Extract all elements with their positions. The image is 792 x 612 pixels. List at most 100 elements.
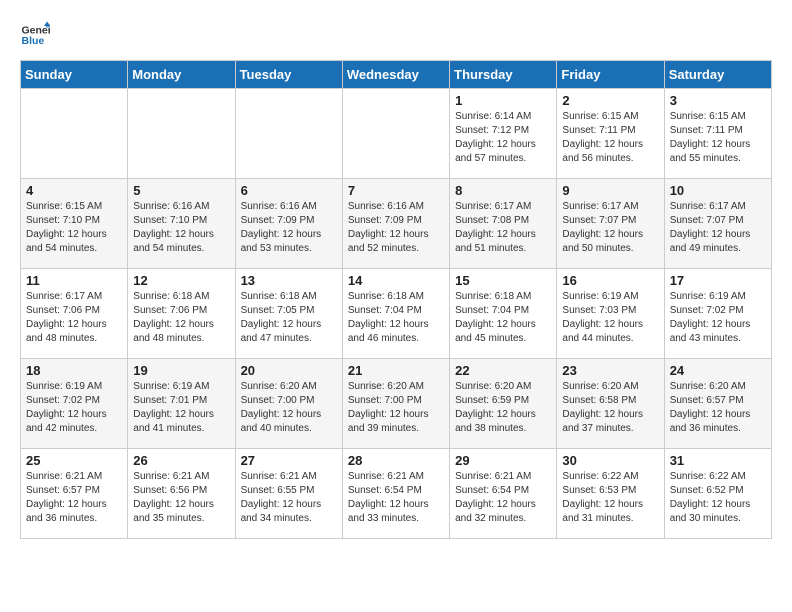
day-info: Sunrise: 6:15 AM Sunset: 7:11 PM Dayligh… (562, 110, 658, 166)
day-info: Sunrise: 6:18 AM Sunset: 7:04 PM Dayligh… (348, 290, 444, 346)
calendar-cell: 7Sunrise: 6:16 AM Sunset: 7:09 PM Daylig… (342, 179, 449, 269)
calendar-cell: 4 Sunrise: 6:15 AM Sunset: 7:10 PM Daylig… (21, 179, 128, 269)
calendar-cell: 28Sunrise: 6:21 AM Sunset: 6:54 PM Dayli… (342, 449, 449, 539)
calendar-cell: 27 Sunrise: 6:21 AM Sunset: 6:55 PM Dayli… (235, 449, 342, 539)
day-number: 31 (670, 453, 766, 468)
calendar-cell: 19 Sunrise: 6:19 AM Sunset: 7:01 PM Dayli… (128, 359, 235, 449)
column-header-sunday: Sunday (21, 61, 128, 89)
day-info: Sunrise: 6:19 AM Sunset: 7:03 PM Dayligh… (562, 290, 658, 346)
day-number: 15 (455, 273, 551, 288)
day-info: Sunrise: 6:18 AM Sunset: 7:04 PM Dayligh… (455, 290, 551, 346)
calendar-cell: 17 Sunrise: 6:19 AM Sunset: 7:02 PM Dayli… (664, 269, 771, 359)
day-number: 1 (455, 93, 551, 108)
calendar-cell: 26 Sunrise: 6:21 AM Sunset: 6:56 PM Dayli… (128, 449, 235, 539)
day-info: Sunrise: 6:17 AM Sunset: 7:08 PM Dayligh… (455, 200, 551, 256)
day-info: Sunrise: 6:17 AM Sunset: 7:06 PM Dayligh… (26, 290, 122, 346)
calendar-cell: 16 Sunrise: 6:19 AM Sunset: 7:03 PM Dayli… (557, 269, 664, 359)
day-number: 4 (26, 183, 122, 198)
day-number: 3 (670, 93, 766, 108)
logo: General Blue (20, 20, 50, 50)
calendar-cell: 18 Sunrise: 6:19 AM Sunset: 7:02 PM Dayli… (21, 359, 128, 449)
day-number: 12 (133, 273, 229, 288)
calendar-cell (235, 89, 342, 179)
calendar-cell: 30 Sunrise: 6:22 AM Sunset: 6:53 PM Dayli… (557, 449, 664, 539)
day-info: Sunrise: 6:21 AM Sunset: 6:55 PM Dayligh… (241, 470, 337, 526)
day-info: Sunrise: 6:17 AM Sunset: 7:07 PM Dayligh… (562, 200, 658, 256)
calendar-cell (342, 89, 449, 179)
calendar-cell: 13Sunrise: 6:18 AM Sunset: 7:05 PM Dayli… (235, 269, 342, 359)
calendar-cell: 21 Sunrise: 6:20 AM Sunset: 7:00 PM Dayli… (342, 359, 449, 449)
day-number: 16 (562, 273, 658, 288)
calendar-week-row: 25Sunrise: 6:21 AM Sunset: 6:57 PM Dayli… (21, 449, 772, 539)
day-info: Sunrise: 6:20 AM Sunset: 6:58 PM Dayligh… (562, 380, 658, 436)
calendar-cell: 2 Sunrise: 6:15 AM Sunset: 7:11 PM Daylig… (557, 89, 664, 179)
calendar-cell: 31 Sunrise: 6:22 AM Sunset: 6:52 PM Dayli… (664, 449, 771, 539)
day-info: Sunrise: 6:18 AM Sunset: 7:06 PM Dayligh… (133, 290, 229, 346)
day-number: 13 (241, 273, 337, 288)
day-number: 30 (562, 453, 658, 468)
calendar-table: SundayMondayTuesdayWednesdayThursdayFrid… (20, 60, 772, 539)
day-number: 18 (26, 363, 122, 378)
calendar-cell: 6 Sunrise: 6:16 AM Sunset: 7:09 PM Daylig… (235, 179, 342, 269)
day-info: Sunrise: 6:22 AM Sunset: 6:53 PM Dayligh… (562, 470, 658, 526)
calendar-cell: 9 Sunrise: 6:17 AM Sunset: 7:07 PM Daylig… (557, 179, 664, 269)
day-number: 28 (348, 453, 444, 468)
day-number: 2 (562, 93, 658, 108)
day-info: Sunrise: 6:16 AM Sunset: 7:09 PM Dayligh… (348, 200, 444, 256)
day-number: 22 (455, 363, 551, 378)
day-number: 23 (562, 363, 658, 378)
calendar-cell: 1 Sunrise: 6:14 AM Sunset: 7:12 PM Daylig… (450, 89, 557, 179)
calendar-header-row: SundayMondayTuesdayWednesdayThursdayFrid… (21, 61, 772, 89)
day-info: Sunrise: 6:16 AM Sunset: 7:10 PM Dayligh… (133, 200, 229, 256)
day-number: 9 (562, 183, 658, 198)
calendar-cell: 29 Sunrise: 6:21 AM Sunset: 6:54 PM Dayli… (450, 449, 557, 539)
day-info: Sunrise: 6:16 AM Sunset: 7:09 PM Dayligh… (241, 200, 337, 256)
column-header-tuesday: Tuesday (235, 61, 342, 89)
day-number: 27 (241, 453, 337, 468)
day-number: 6 (241, 183, 337, 198)
calendar-week-row: 1 Sunrise: 6:14 AM Sunset: 7:12 PM Daylig… (21, 89, 772, 179)
day-number: 24 (670, 363, 766, 378)
day-number: 14 (348, 273, 444, 288)
day-number: 19 (133, 363, 229, 378)
calendar-cell: 8 Sunrise: 6:17 AM Sunset: 7:08 PM Daylig… (450, 179, 557, 269)
calendar-cell: 11 Sunrise: 6:17 AM Sunset: 7:06 PM Dayli… (21, 269, 128, 359)
calendar-cell: 24 Sunrise: 6:20 AM Sunset: 6:57 PM Dayli… (664, 359, 771, 449)
calendar-cell (128, 89, 235, 179)
column-header-friday: Friday (557, 61, 664, 89)
day-info: Sunrise: 6:21 AM Sunset: 6:56 PM Dayligh… (133, 470, 229, 526)
calendar-week-row: 18 Sunrise: 6:19 AM Sunset: 7:02 PM Dayli… (21, 359, 772, 449)
day-number: 11 (26, 273, 122, 288)
day-info: Sunrise: 6:20 AM Sunset: 7:00 PM Dayligh… (348, 380, 444, 436)
day-info: Sunrise: 6:19 AM Sunset: 7:02 PM Dayligh… (670, 290, 766, 346)
day-info: Sunrise: 6:20 AM Sunset: 6:59 PM Dayligh… (455, 380, 551, 436)
day-number: 17 (670, 273, 766, 288)
day-info: Sunrise: 6:21 AM Sunset: 6:54 PM Dayligh… (455, 470, 551, 526)
calendar-cell: 3 Sunrise: 6:15 AM Sunset: 7:11 PM Daylig… (664, 89, 771, 179)
calendar-cell: 25Sunrise: 6:21 AM Sunset: 6:57 PM Dayli… (21, 449, 128, 539)
day-info: Sunrise: 6:15 AM Sunset: 7:10 PM Dayligh… (26, 200, 122, 256)
day-info: Sunrise: 6:15 AM Sunset: 7:11 PM Dayligh… (670, 110, 766, 166)
day-number: 8 (455, 183, 551, 198)
column-header-wednesday: Wednesday (342, 61, 449, 89)
day-info: Sunrise: 6:22 AM Sunset: 6:52 PM Dayligh… (670, 470, 766, 526)
column-header-thursday: Thursday (450, 61, 557, 89)
day-info: Sunrise: 6:14 AM Sunset: 7:12 PM Dayligh… (455, 110, 551, 166)
calendar-cell: 22 Sunrise: 6:20 AM Sunset: 6:59 PM Dayli… (450, 359, 557, 449)
day-number: 26 (133, 453, 229, 468)
calendar-cell: 10 Sunrise: 6:17 AM Sunset: 7:07 PM Dayli… (664, 179, 771, 269)
day-info: Sunrise: 6:20 AM Sunset: 6:57 PM Dayligh… (670, 380, 766, 436)
calendar-cell: 5Sunrise: 6:16 AM Sunset: 7:10 PM Daylig… (128, 179, 235, 269)
calendar-cell: 14 Sunrise: 6:18 AM Sunset: 7:04 PM Dayli… (342, 269, 449, 359)
day-number: 25 (26, 453, 122, 468)
logo-icon: General Blue (20, 20, 50, 50)
day-number: 21 (348, 363, 444, 378)
day-info: Sunrise: 6:17 AM Sunset: 7:07 PM Dayligh… (670, 200, 766, 256)
day-info: Sunrise: 6:19 AM Sunset: 7:01 PM Dayligh… (133, 380, 229, 436)
day-number: 29 (455, 453, 551, 468)
day-info: Sunrise: 6:19 AM Sunset: 7:02 PM Dayligh… (26, 380, 122, 436)
day-number: 10 (670, 183, 766, 198)
calendar-cell (21, 89, 128, 179)
calendar-cell: 20Sunrise: 6:20 AM Sunset: 7:00 PM Dayli… (235, 359, 342, 449)
column-header-saturday: Saturday (664, 61, 771, 89)
